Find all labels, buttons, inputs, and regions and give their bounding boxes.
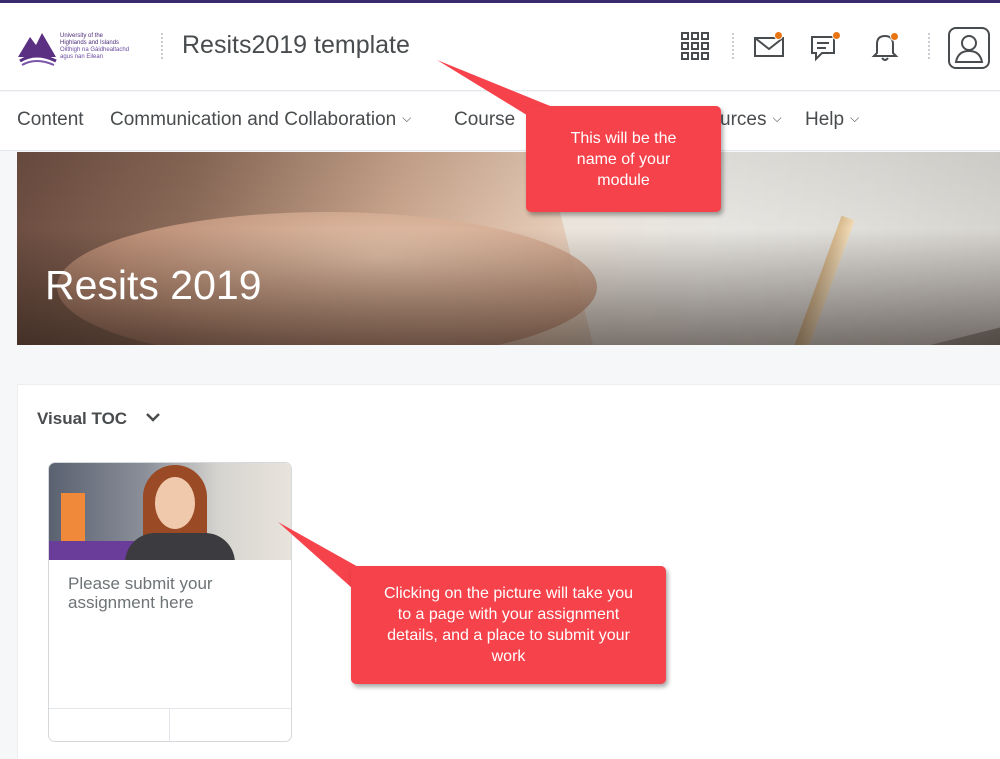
callout-picture-click: Clicking on the picture will take you to… — [351, 566, 666, 684]
callout-module-name: This will be the name of your module — [526, 106, 721, 212]
callout-text: This will be the name of your module — [570, 129, 677, 189]
callout-text: Clicking on the picture will take you to… — [383, 585, 633, 665]
